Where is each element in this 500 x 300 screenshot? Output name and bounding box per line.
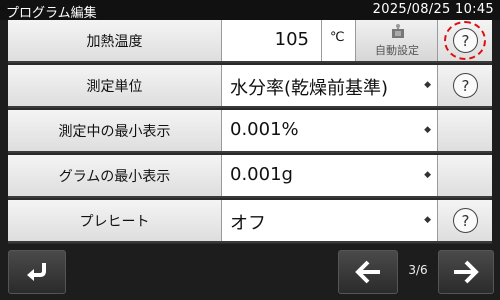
temperature-unit: ℃ xyxy=(322,20,356,61)
program-edit-screen: プログラム編集 2025/08/25 10:45 加熱温度 105 ℃ 自動設定 xyxy=(0,0,500,300)
dropdown-icon: ◆ xyxy=(424,80,431,90)
preheat-select[interactable]: オフ ◆ xyxy=(222,200,438,241)
dropdown-icon: ◆ xyxy=(424,170,431,180)
help-cell: ? xyxy=(438,65,492,106)
date-time: 2025/08/25 10:45 xyxy=(372,2,494,17)
left-arrow-icon xyxy=(355,260,380,284)
select-value: 0.001g xyxy=(230,164,293,185)
previous-page-button[interactable] xyxy=(338,250,398,294)
auto-setting-icon xyxy=(392,24,404,38)
temperature-input[interactable]: 105 xyxy=(222,20,322,61)
preheat-row: プレヒート オフ ◆ ? xyxy=(8,200,492,243)
dropdown-icon: ◆ xyxy=(424,125,431,135)
help-button[interactable]: ? xyxy=(453,73,478,98)
return-arrow-icon xyxy=(27,263,46,281)
back-button[interactable] xyxy=(8,250,66,294)
row-label: 測定単位 xyxy=(8,65,222,106)
unit-label: ℃ xyxy=(330,30,345,45)
empty-help-cell xyxy=(438,155,492,196)
page-indicator: 3/6 xyxy=(408,263,428,277)
measurement-min-display-select[interactable]: 0.001% ◆ xyxy=(222,110,438,151)
dropdown-icon: ◆ xyxy=(424,215,431,225)
title-bar: プログラム編集 2025/08/25 10:45 xyxy=(0,0,500,21)
highlight-ring xyxy=(444,21,486,60)
row-label: プレヒート xyxy=(8,200,222,241)
row-label: 測定中の最小表示 xyxy=(8,110,222,151)
help-cell: ? xyxy=(438,200,492,241)
empty-help-cell xyxy=(438,110,492,151)
row-label: 加熱温度 xyxy=(8,20,222,61)
gram-min-display-select[interactable]: 0.001g ◆ xyxy=(222,155,438,196)
measurement-unit-row: 測定単位 水分率(乾燥前基準) ◆ ? xyxy=(8,65,492,108)
help-cell: ? xyxy=(438,20,492,61)
right-arrow-icon xyxy=(454,260,479,284)
next-page-button[interactable] xyxy=(438,250,494,294)
select-value: 水分率(乾燥前基準) xyxy=(230,78,389,99)
select-value: 0.001% xyxy=(230,119,299,140)
auto-setting-label: 自動設定 xyxy=(375,44,419,57)
question-mark-icon: ? xyxy=(461,211,470,230)
gram-min-display-row: グラムの最小表示 0.001g ◆ xyxy=(8,155,492,198)
row-label: グラムの最小表示 xyxy=(8,155,222,196)
question-mark-icon: ? xyxy=(461,76,470,95)
measurement-unit-select[interactable]: 水分率(乾燥前基準) ◆ xyxy=(222,65,438,106)
navigation-bar: 3/6 xyxy=(0,246,500,300)
settings-panel: 加熱温度 105 ℃ 自動設定 ? 測定単位 水分率(乾燥前基準) ◆ ? 測定… xyxy=(8,20,492,244)
measurement-min-display-row: 測定中の最小表示 0.001% ◆ xyxy=(8,110,492,153)
heating-temperature-row: 加熱温度 105 ℃ 自動設定 ? xyxy=(8,20,492,63)
temperature-value: 105 xyxy=(274,29,309,50)
select-value: オフ xyxy=(230,213,266,234)
help-button[interactable]: ? xyxy=(453,208,478,233)
auto-setting-button[interactable]: 自動設定 xyxy=(356,20,438,61)
screen-title: プログラム編集 xyxy=(6,6,97,21)
